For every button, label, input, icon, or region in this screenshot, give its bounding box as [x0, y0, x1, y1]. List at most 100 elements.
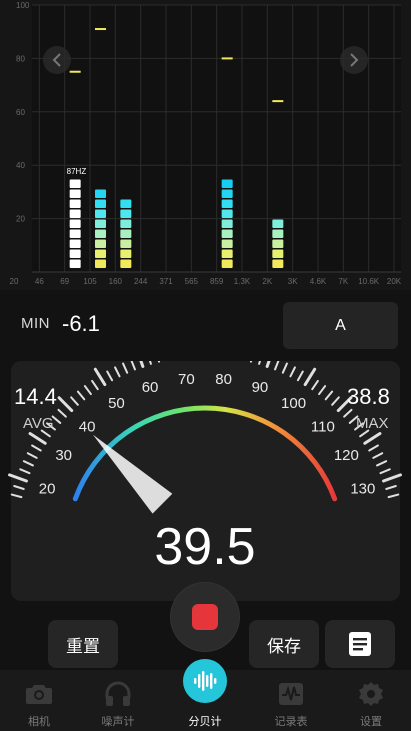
gauge-tick	[331, 396, 340, 406]
peak-frequency-label: 87HZ	[67, 167, 87, 176]
tab-label: 记录表	[274, 716, 308, 728]
gauge-label: 20	[39, 481, 56, 498]
min-row: MIN -6.1 A	[0, 300, 411, 352]
x-tick-label: 244	[134, 277, 148, 286]
spectrum-chart: 100 80 60 40 20 20 46 69 105 160 244 371 565 859 1.3K 2…	[0, 0, 411, 290]
gauge-label: 60	[142, 379, 159, 396]
min-label: MIN	[21, 315, 50, 332]
tab-label: 相机	[28, 716, 50, 728]
gauge-tick	[258, 361, 262, 365]
x-tick-label: 2K	[262, 277, 272, 286]
peak-marker	[95, 28, 106, 31]
peak-marker	[272, 100, 284, 103]
tab-label: 分贝计	[188, 716, 222, 728]
y-tick-label: 20	[16, 215, 25, 224]
gauge-label: 100	[281, 395, 306, 412]
avg-value: 14.4	[14, 384, 57, 409]
chevron-right-icon[interactable]	[340, 46, 368, 74]
band-cell	[95, 259, 106, 268]
band-cell	[69, 249, 81, 258]
gauge-label: 40	[79, 418, 96, 435]
gauge-label: 130	[350, 481, 375, 498]
band-cell	[221, 249, 233, 258]
gauge-tick	[83, 385, 92, 396]
gauge-tick	[114, 366, 121, 378]
gauge-tick	[376, 460, 388, 467]
chart-icon	[276, 680, 306, 708]
band-cell	[272, 239, 284, 248]
x-tick-label: 371	[159, 277, 173, 286]
gauge-tick	[382, 473, 402, 483]
max-label: MAX	[356, 415, 389, 432]
band-cell	[272, 219, 284, 228]
band-cell	[221, 179, 233, 188]
tab-records[interactable]: 记录表	[256, 670, 326, 731]
y-tick-label: 60	[16, 108, 25, 117]
band-cell	[95, 199, 106, 208]
band-cell	[95, 239, 106, 248]
band-cell	[95, 209, 106, 218]
gauge-tick	[311, 379, 319, 391]
gauge-tick	[26, 452, 38, 459]
gauge-tick	[57, 396, 74, 413]
band-cell	[95, 249, 106, 258]
record-button[interactable]	[171, 583, 239, 651]
list-icon	[349, 632, 371, 656]
band-cell	[221, 189, 233, 198]
band-cell	[120, 229, 132, 238]
band-cell	[221, 209, 233, 218]
gauge-tick	[318, 385, 327, 396]
gauge-tick	[274, 361, 280, 371]
gauge-tick	[368, 444, 379, 452]
tab-noise-meter[interactable]: 噪声计	[83, 670, 153, 731]
band-cell	[69, 209, 81, 218]
x-tick-label: 3K	[288, 277, 298, 286]
band-cell	[221, 259, 233, 268]
band-cell	[69, 179, 81, 188]
gauge-tick	[379, 468, 391, 475]
reset-button[interactable]: 重置	[48, 620, 118, 668]
tab-camera[interactable]: 相机	[4, 670, 74, 731]
save-button[interactable]: 保存	[249, 620, 319, 668]
peak-marker	[69, 70, 81, 73]
x-tick-label: 10.6K	[358, 277, 380, 286]
band-cell	[221, 239, 233, 248]
gauge-tick	[157, 361, 161, 363]
band-cell	[272, 249, 284, 258]
weighting-button[interactable]: A	[283, 302, 398, 349]
y-tick-label: 100	[16, 1, 30, 10]
gauge-label: 50	[108, 395, 125, 412]
gauge-tick	[130, 361, 136, 371]
x-tick-label: 7K	[338, 277, 348, 286]
tab-settings[interactable]: 设置	[336, 670, 406, 731]
gauge-tick	[296, 370, 304, 382]
band-cell	[120, 209, 132, 218]
avg-label: AVG	[23, 415, 54, 432]
band-cell	[69, 189, 81, 198]
gauge-tick	[31, 444, 42, 452]
gauge-label: 110	[311, 418, 335, 435]
band-cell	[120, 259, 132, 268]
band-cell	[95, 219, 106, 228]
gauge-tick	[10, 493, 23, 499]
gauge-tick	[13, 485, 25, 491]
gauge-tick	[303, 367, 317, 387]
band-cell	[272, 259, 284, 268]
y-tick-label: 80	[16, 54, 25, 63]
band-cell	[221, 229, 233, 238]
x-tick-label: 565	[185, 277, 199, 286]
gauge-tick	[106, 370, 114, 382]
gauge-tick	[8, 473, 28, 483]
x-tick-label: 69	[60, 277, 69, 286]
gauge-tick	[139, 361, 145, 368]
records-list-button[interactable]	[325, 620, 395, 668]
chevron-left-icon[interactable]	[43, 46, 71, 74]
gauge-tick	[265, 361, 271, 368]
band-cell	[69, 229, 81, 238]
gauge-tick	[324, 390, 334, 401]
current-db-value: 39.5	[154, 518, 256, 576]
gauge-tick	[91, 379, 99, 391]
x-tick-label: 1.3K	[234, 277, 251, 286]
gauge-tick	[387, 493, 400, 499]
max-value: 38.8	[347, 384, 390, 409]
